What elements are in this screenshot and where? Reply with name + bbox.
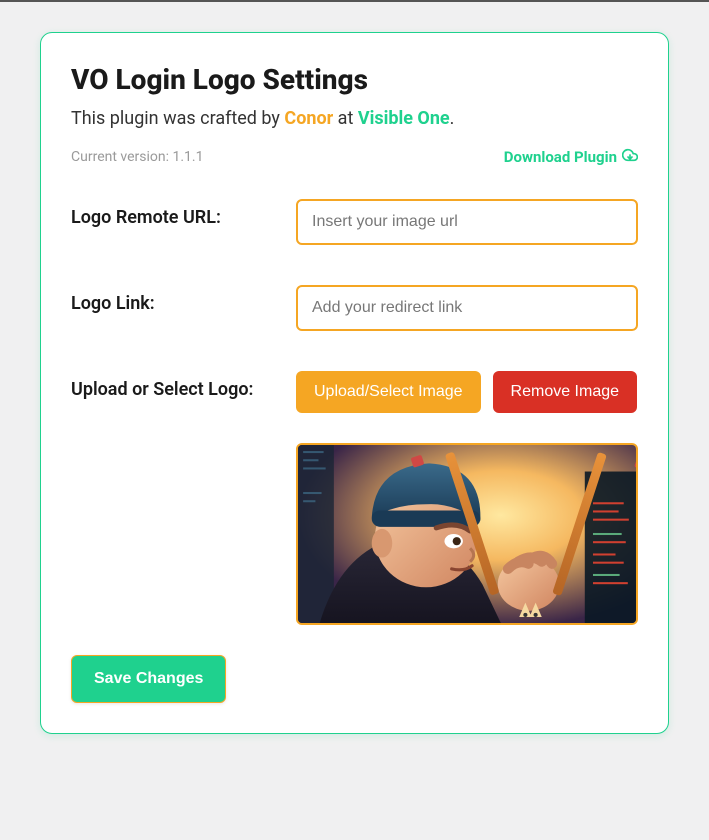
form-row-upload: Upload or Select Logo: Upload/Select Ima…: [71, 371, 638, 625]
save-row: Save Changes: [71, 655, 638, 703]
logo-link-wrap: [296, 285, 638, 331]
download-plugin-label: Download Plugin: [504, 148, 617, 166]
settings-card: VO Login Logo Settings This plugin was c…: [40, 32, 669, 734]
upload-button-group: Upload/Select Image Remove Image: [296, 371, 638, 413]
credit-prefix: This plugin was crafted by: [71, 108, 284, 129]
page-title: VO Login Logo Settings: [71, 63, 638, 96]
credit-suffix: .: [450, 108, 455, 129]
author-link[interactable]: Conor: [284, 108, 333, 129]
form-row-logo-link: Logo Link:: [71, 285, 638, 331]
remove-image-button[interactable]: Remove Image: [493, 371, 638, 413]
logo-remote-url-input[interactable]: [296, 199, 638, 245]
credit-line: This plugin was crafted by Conor at Visi…: [71, 108, 638, 129]
upload-logo-label: Upload or Select Logo:: [71, 371, 296, 400]
logo-link-label: Logo Link:: [71, 285, 296, 314]
form-row-remote-url: Logo Remote URL:: [71, 199, 638, 245]
logo-remote-url-wrap: [296, 199, 638, 245]
download-plugin-link[interactable]: Download Plugin: [504, 147, 638, 167]
logo-remote-url-label: Logo Remote URL:: [71, 199, 296, 228]
cloud-download-icon: [622, 147, 638, 167]
logo-link-input[interactable]: [296, 285, 638, 331]
version-text: Current version: 1.1.1: [71, 149, 203, 165]
save-changes-button[interactable]: Save Changes: [71, 655, 226, 703]
company-link[interactable]: Visible One: [358, 108, 450, 129]
logo-image-preview: [296, 443, 638, 625]
credit-mid: at: [333, 108, 358, 129]
upload-select-image-button[interactable]: Upload/Select Image: [296, 371, 481, 413]
upload-logo-wrap: Upload/Select Image Remove Image: [296, 371, 638, 625]
meta-row: Current version: 1.1.1 Download Plugin: [71, 147, 638, 167]
